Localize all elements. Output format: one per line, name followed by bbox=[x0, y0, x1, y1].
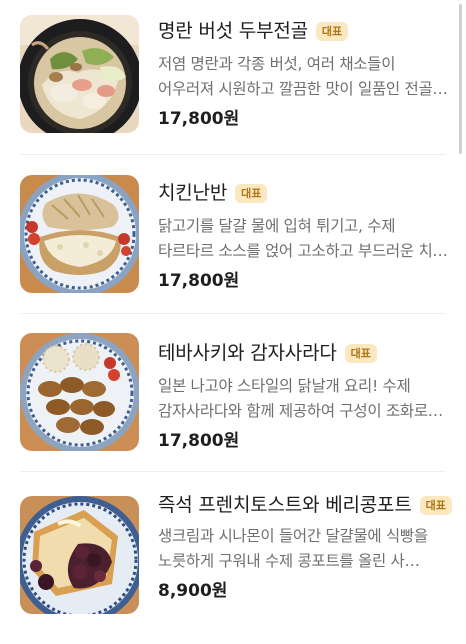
divider bbox=[20, 313, 446, 314]
menu-item-name: 명란 버섯 두부전골 bbox=[158, 20, 308, 42]
menu-item-description: 닭고기를 달걀 물에 입혀 튀기고, 수제 타르타르 소스를 얹어 고소하고 부… bbox=[158, 217, 448, 260]
menu-item-photo[interactable] bbox=[20, 333, 139, 451]
signature-badge: 대표 bbox=[419, 495, 452, 515]
menu-item-name: 테바사키와 감자사라다 bbox=[158, 342, 337, 364]
menu-item-photo[interactable] bbox=[20, 175, 139, 293]
tebasaki-food-photo bbox=[20, 333, 139, 451]
menu-item-name: 치킨난반 bbox=[158, 182, 228, 204]
menu-item-photo[interactable] bbox=[20, 15, 139, 133]
scrollbar[interactable] bbox=[459, 4, 462, 154]
menu-item-info: 테바사키와 감자사라다 대표 일본 나고야 스타일의 닭날개 요리! 수제 감자… bbox=[158, 340, 454, 452]
menu-item-info: 즉석 프렌치토스트와 베리콩포트 대표 생크림과 시나몬이 들어간 달걀물에 식… bbox=[158, 492, 454, 602]
menu-item-price: 17,800원 bbox=[158, 109, 240, 129]
french-toast-food-photo bbox=[20, 496, 139, 614]
divider bbox=[20, 154, 446, 155]
menu-item-info: 치킨난반 대표 닭고기를 달걀 물에 입혀 튀기고, 수제 타르타르 소스를 얹… bbox=[158, 180, 454, 292]
menu-item-description: 일본 나고야 스타일의 닭날개 요리! 수제 감자사라다와 함께 제공하여 구성… bbox=[158, 377, 443, 420]
signature-badge: 대표 bbox=[315, 21, 349, 41]
menu-item-description: 생크림과 시나몬이 들어간 달걀물에 식빵을 노릇하게 구워내 수제 콩포트를 … bbox=[158, 527, 428, 570]
menu-item-photo[interactable] bbox=[20, 496, 139, 614]
signature-badge: 대표 bbox=[235, 183, 268, 203]
signature-badge: 대표 bbox=[344, 343, 377, 363]
menu-item-price: 17,800원 bbox=[158, 431, 240, 451]
menu-item-description: 저염 명란과 각종 버섯, 여러 채소들이 어우러져 시원하고 깔끔한 맛이 일… bbox=[158, 55, 448, 98]
chicken-nanban-food-photo bbox=[20, 175, 139, 293]
menu-item-name: 즉석 프렌치토스트와 베리콩포트 bbox=[158, 494, 412, 516]
hotpot-food-photo bbox=[20, 15, 139, 133]
menu-item-price: 17,800원 bbox=[158, 271, 240, 291]
divider bbox=[20, 471, 446, 472]
menu-item-price: 8,900원 bbox=[158, 581, 228, 601]
menu-item-info: 명란 버섯 두부전골 대표 저염 명란과 각종 버섯, 여러 채소들이 어우러져… bbox=[158, 18, 454, 130]
